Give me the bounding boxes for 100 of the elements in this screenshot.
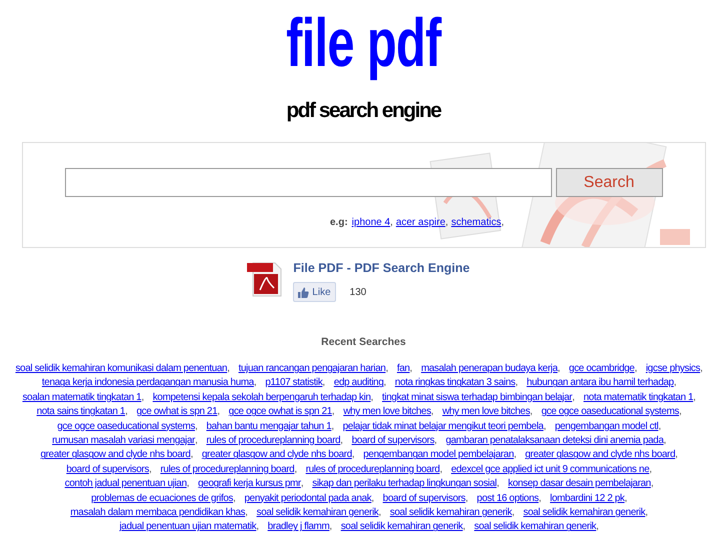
comma-separator: , xyxy=(679,405,682,420)
comma-separator: , xyxy=(322,376,325,390)
recent-search-link[interactable]: tingkat minat siswa terhadap bimbingan belajar xyxy=(382,390,572,406)
recent-search-link[interactable]: soal selidik kemahiran generik xyxy=(256,506,378,520)
like-count: 130 xyxy=(350,286,366,300)
recent-search-link[interactable]: pelajar tidak minat belajar mengikut teori pembela xyxy=(342,420,544,434)
comma-separator: , xyxy=(378,506,381,520)
recent-search-link[interactable]: tujuan rancangan pengajaran harian xyxy=(238,362,386,376)
comma-separator: , xyxy=(674,376,676,390)
comma-separator: , xyxy=(530,405,532,420)
comma-separator: , xyxy=(352,448,354,462)
recent-search-link[interactable]: pengembangan model ctl xyxy=(554,420,658,434)
comma-separator: , xyxy=(440,462,442,477)
recent-search-link[interactable]: nota matematik tingkatan 1 xyxy=(584,390,694,406)
comma-separator: , xyxy=(538,492,541,506)
comma-separator: , xyxy=(194,434,198,448)
recent-search-link[interactable]: gce ogce oaseducational systems xyxy=(541,405,680,420)
recent-search-link[interactable]: why men love bitches xyxy=(442,405,530,420)
recent-search-link[interactable]: board of supervisors xyxy=(352,434,434,448)
comma-separator: , xyxy=(514,448,516,462)
recent-search-link[interactable]: soal selidik kemahiran generik xyxy=(390,506,512,520)
comma-separator: , xyxy=(329,520,332,534)
recent-search-link[interactable]: greater glasgow and clyde nhs board xyxy=(525,448,676,463)
comma-separator: , xyxy=(256,520,259,534)
comma-separator: , xyxy=(186,477,190,492)
recent-search-link[interactable]: masalah penerapan budaya kerja xyxy=(421,362,558,376)
recent-search-link[interactable]: rules of procedureplanning board xyxy=(160,462,294,478)
comma-separator: , xyxy=(370,390,374,405)
recent-search-link[interactable]: rules of procedureplanning board xyxy=(206,434,340,448)
recent-search-link[interactable]: soalan matematik tingkatan 1 xyxy=(22,390,142,406)
comma-separator: , xyxy=(572,390,574,405)
example-link[interactable]: schematics xyxy=(451,217,502,229)
comma-separator: , xyxy=(512,506,514,520)
comma-separator: , xyxy=(675,448,678,462)
comma-separator: , xyxy=(693,390,696,405)
comma-separator: , xyxy=(663,434,666,448)
comma-separator: , xyxy=(501,217,504,229)
recent-search-link[interactable]: hubungan antara ibu hamil terhadap xyxy=(526,376,674,391)
comma-separator: , xyxy=(462,520,466,534)
like-button[interactable]: Like xyxy=(293,282,336,302)
comma-separator: , xyxy=(294,462,297,477)
recent-search-link[interactable]: rumusan masalah variasi mengajar xyxy=(52,434,195,448)
recent-search-link[interactable]: penyakit periodontal pada anak xyxy=(244,492,372,506)
recent-search-link[interactable]: p1107 statistik xyxy=(265,376,322,391)
comma-separator: , xyxy=(430,405,434,420)
recent-search-link[interactable]: kompetensi kepala sekolah berpengaruh terhadap kin xyxy=(152,390,371,406)
recent-search-link[interactable]: contoh jadual penentuan ujian xyxy=(64,477,187,492)
recent-search-link[interactable]: problemas de ecuaciones de grifos xyxy=(91,492,233,506)
comma-separator: , xyxy=(645,506,648,520)
recent-search-link[interactable]: edexcel gce applied ict unit 9 communications ne xyxy=(451,462,650,478)
recent-search-link[interactable]: nota sains tingkatan 1 xyxy=(36,405,126,420)
example-link[interactable]: iphone 4 xyxy=(352,217,390,229)
recent-search-link[interactable]: gce ogce oaseducational systems xyxy=(57,420,195,434)
comma-separator: , xyxy=(649,462,652,477)
comma-separator: , xyxy=(434,434,437,448)
examples-label: e.g: xyxy=(330,217,348,229)
recent-search-link[interactable]: soal selidik kemahiran komunikasi dalam penentuan xyxy=(15,362,228,376)
recent-search-link[interactable]: greater glasgow and clyde nhs board xyxy=(40,448,190,463)
recent-search-link[interactable]: why men love bitches xyxy=(343,405,431,420)
site-logo[interactable]: file pdf xyxy=(286,2,441,84)
recent-search-link[interactable]: soal selidik kemahiran generik xyxy=(474,520,596,535)
recent-search-link[interactable]: soal selidik kemahiran generik xyxy=(340,520,463,535)
page-title-link[interactable]: File PDF - PDF Search Engine xyxy=(293,261,470,276)
recent-search-link[interactable]: greater glasgow and clyde nhs board xyxy=(202,448,352,463)
recent-search-link[interactable]: konsep dasar desain pembelajaran xyxy=(508,477,651,492)
recent-search-link[interactable]: masalah dalam membaca pendidikan khas xyxy=(70,506,246,520)
recent-search-link[interactable]: tenaga kerja indonesia perdagangan manusia huma xyxy=(42,376,254,391)
recent-search-link[interactable]: pengembangan model pembelajaran xyxy=(363,448,514,463)
comma-separator: , xyxy=(148,462,152,477)
recent-search-link[interactable]: lombardini 12 2 pk xyxy=(550,492,625,506)
recent-search-link[interactable]: nota ringkas tingkatan 3 sains xyxy=(394,376,516,391)
comma-separator: , xyxy=(331,420,334,434)
search-field[interactable] xyxy=(64,168,552,197)
comma-separator: , xyxy=(233,492,236,506)
comma-separator: , xyxy=(496,477,499,492)
recent-search-link[interactable]: soal selidik kemahiran generik xyxy=(523,506,646,520)
recent-search-link[interactable]: bradley j flamm xyxy=(268,520,330,535)
recent-search-link[interactable]: gce ogce owhat is spn 21 xyxy=(228,405,332,420)
recent-search-link[interactable]: post 16 options xyxy=(476,492,539,506)
comma-separator: , xyxy=(332,405,334,420)
search-button[interactable]: Search xyxy=(556,168,662,197)
example-link[interactable]: acer aspire xyxy=(396,217,446,229)
comma-separator: , xyxy=(634,362,637,376)
recent-search-link[interactable]: fan xyxy=(396,362,410,376)
comma-separator: , xyxy=(410,362,412,376)
comma-separator: , xyxy=(141,390,144,405)
recent-search-link[interactable]: sikap dan perilaku terhadap lingkungan sosial xyxy=(312,477,497,492)
recent-search-link[interactable]: edp auditing xyxy=(334,376,384,391)
recent-search-link[interactable]: gce ocambridge xyxy=(568,362,634,376)
comma-separator: , xyxy=(390,217,393,229)
recent-search-link[interactable]: igcse physics xyxy=(646,362,700,376)
recent-search-link[interactable]: board of supervisors xyxy=(382,492,466,506)
recent-search-link[interactable]: gambaran penatalaksanaan deteksi dini anemia pada xyxy=(446,434,664,448)
recent-search-link[interactable]: gce owhat is spn 21 xyxy=(136,405,218,420)
recent-search-link[interactable]: geografi kerja kursus pmr xyxy=(198,477,301,492)
recent-search-link[interactable]: jadual penentuan ujian matematik xyxy=(119,520,256,535)
recent-search-link[interactable]: bahan bantu mengajar tahun 1 xyxy=(206,420,332,434)
recent-search-link[interactable]: board of supervisors xyxy=(66,462,149,478)
comma-separator: , xyxy=(371,492,374,506)
recent-search-link[interactable]: rules of procedureplanning board xyxy=(306,462,440,478)
